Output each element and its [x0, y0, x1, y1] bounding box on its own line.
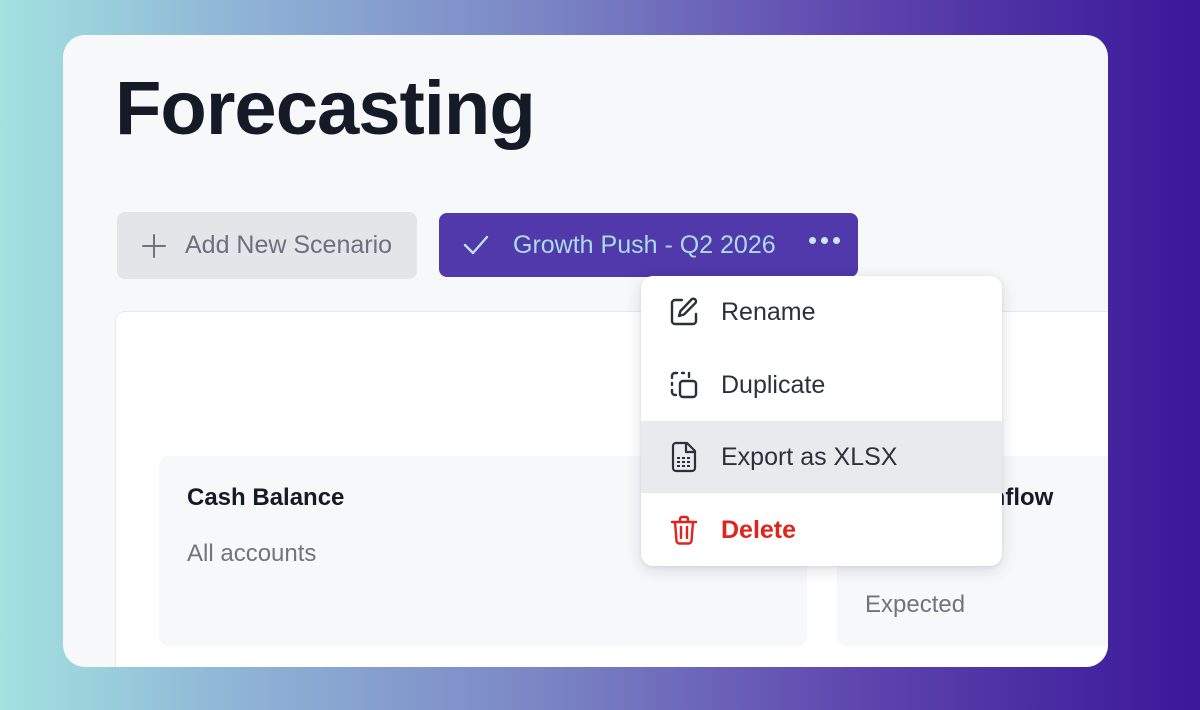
menu-item-label: Rename	[721, 297, 816, 326]
more-options-icon[interactable]	[809, 237, 840, 244]
page-title: Forecasting	[115, 66, 536, 151]
menu-item-export-xlsx[interactable]: Export as XLSX	[641, 421, 1002, 493]
menu-item-rename[interactable]: Rename	[641, 276, 1002, 348]
add-new-scenario-button[interactable]: Add New Scenario	[117, 212, 417, 279]
scenario-context-menu: Rename Duplicate Export as XLSX Delete	[641, 276, 1002, 566]
menu-item-label: Export as XLSX	[721, 442, 898, 471]
duplicate-icon	[670, 371, 698, 399]
spreadsheet-file-icon	[671, 441, 697, 473]
trash-icon	[670, 515, 698, 545]
scenario-tab-active[interactable]: Growth Push - Q2 2026	[439, 213, 858, 277]
menu-item-label: Duplicate	[721, 370, 826, 399]
plus-icon	[141, 233, 167, 259]
card-subtitle: Expected	[865, 591, 966, 618]
menu-item-label: Delete	[721, 515, 797, 544]
check-icon	[463, 235, 489, 255]
card-title: Cash Balance	[187, 484, 345, 511]
edit-icon	[670, 297, 698, 326]
add-new-scenario-label: Add New Scenario	[185, 231, 393, 259]
card-subtitle: All accounts	[187, 540, 317, 567]
scenario-tab-label: Growth Push - Q2 2026	[513, 230, 776, 259]
menu-item-duplicate[interactable]: Duplicate	[641, 349, 1002, 421]
menu-item-delete[interactable]: Delete	[641, 494, 1002, 566]
